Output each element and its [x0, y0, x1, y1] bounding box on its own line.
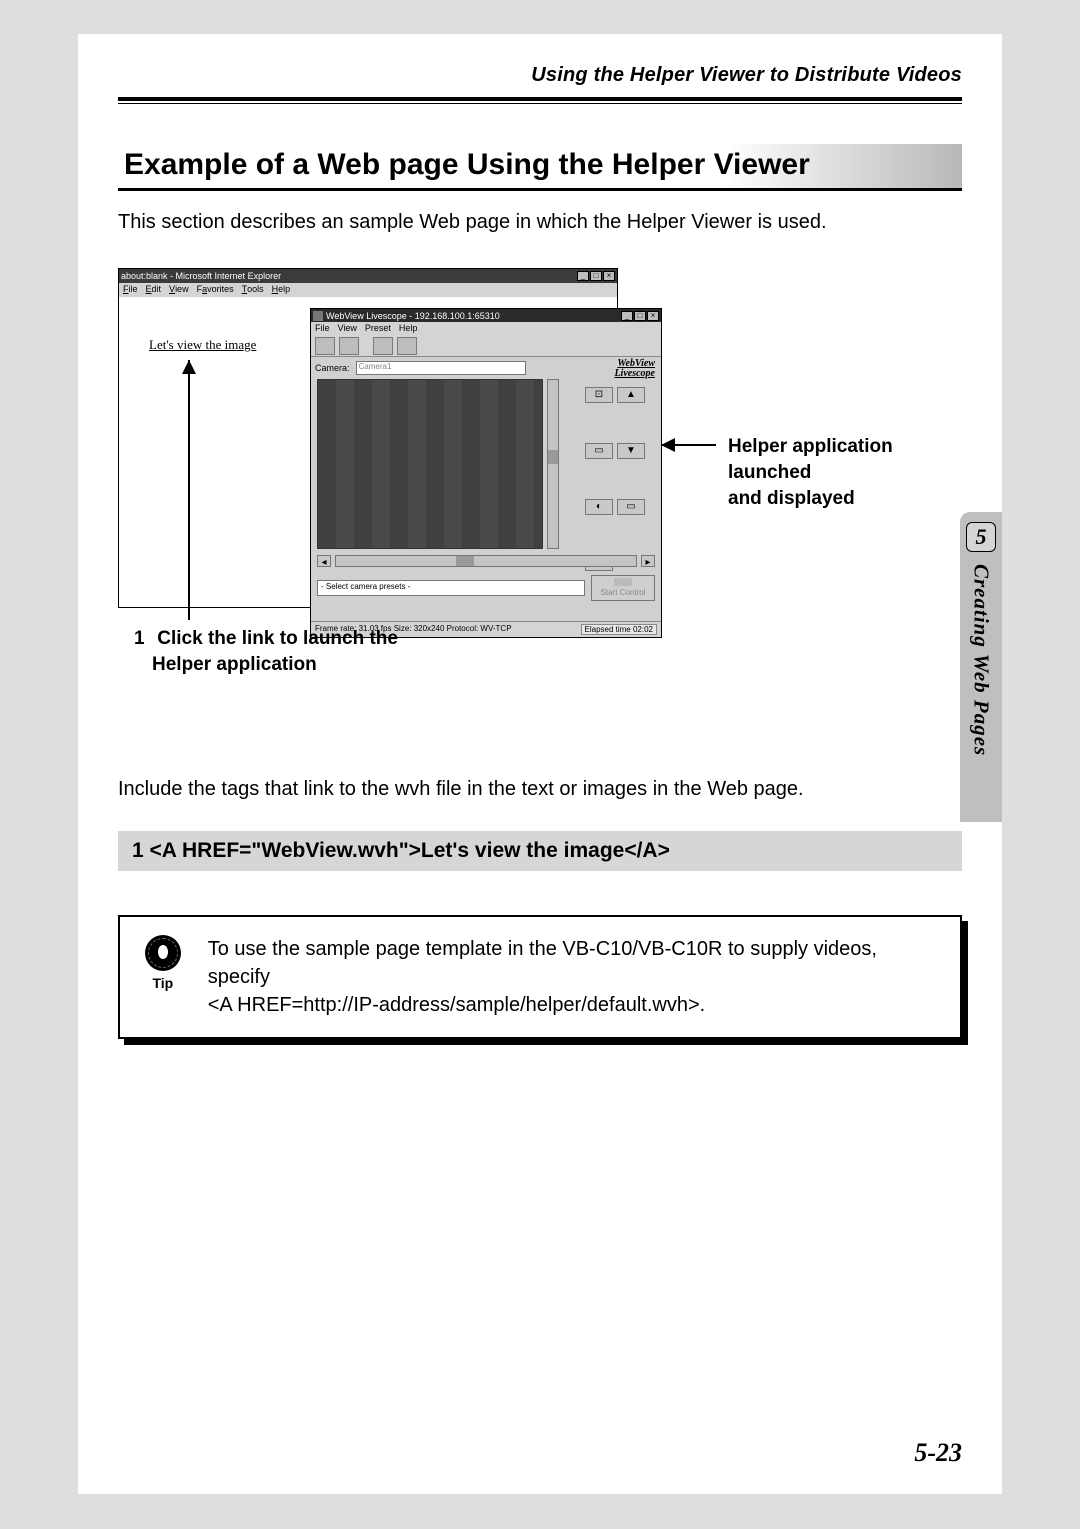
- toolbar-button[interactable]: [339, 337, 359, 355]
- video-area: [317, 379, 543, 549]
- browser-titlebar: about:blank - Microsoft Internet Explore…: [119, 269, 617, 283]
- toolbar-button[interactable]: [397, 337, 417, 355]
- instruction-paragraph: Include the tags that link to the wvh fi…: [118, 778, 962, 801]
- light-icon[interactable]: ◐: [585, 499, 613, 515]
- menu-edit[interactable]: Edit: [146, 284, 162, 296]
- browser-menubar: File Edit View Favorites Tools Help: [119, 283, 617, 297]
- rule-thin: [118, 103, 962, 104]
- menu-view[interactable]: View: [169, 284, 189, 296]
- brand-logo: WebView Livescope: [614, 359, 655, 379]
- lightbulb-icon: [145, 935, 181, 971]
- maximize-icon[interactable]: □: [590, 271, 602, 281]
- menu-tools[interactable]: Tools: [242, 284, 264, 296]
- arrow-up-icon: [188, 360, 190, 620]
- maximize-icon[interactable]: □: [634, 311, 646, 321]
- close-icon[interactable]: ×: [603, 271, 615, 281]
- preset-select[interactable]: - Select camera presets -: [317, 580, 585, 596]
- zoom-icon[interactable]: ⊡: [585, 387, 613, 403]
- left-icon[interactable]: ◂: [317, 555, 331, 567]
- header: Using the Helper Viewer to Distribute Vi…: [78, 34, 1002, 104]
- right-icon[interactable]: ▸: [641, 555, 655, 567]
- start-control-button[interactable]: Start Control: [591, 575, 655, 601]
- tip-label: Tip: [140, 975, 186, 991]
- menu-help[interactable]: Help: [272, 284, 291, 296]
- close-icon[interactable]: ×: [647, 311, 659, 321]
- menu-view[interactable]: View: [338, 323, 357, 334]
- up-icon[interactable]: ▲: [617, 387, 645, 403]
- menu-file[interactable]: File: [315, 323, 330, 334]
- helper-window: WebView Livescope - 192.168.100.1:65310 …: [310, 308, 662, 638]
- camera-label: Camera:: [315, 363, 350, 373]
- rule-thick: [118, 97, 962, 101]
- helper-titlebar: WebView Livescope - 192.168.100.1:65310 …: [311, 309, 661, 322]
- browser-title-text: about:blank - Microsoft Internet Explore…: [121, 271, 281, 281]
- pan-icon[interactable]: ▭: [585, 443, 613, 459]
- intro-paragraph: This section describes an sample Web pag…: [118, 211, 962, 234]
- helper-title-text: WebView Livescope - 192.168.100.1:65310: [326, 311, 500, 321]
- camera-select[interactable]: Camera1: [356, 361, 526, 375]
- minimize-icon[interactable]: _: [577, 271, 589, 281]
- chapter-title: Creating Web Pages: [969, 564, 994, 756]
- tip-box: Tip To use the sample page template in t…: [118, 915, 962, 1039]
- content: Example of a Web page Using the Helper V…: [78, 144, 1002, 1039]
- chapter-number: 5: [966, 522, 996, 552]
- menu-preset[interactable]: Preset: [365, 323, 391, 334]
- callout-click-link: 1 Click the link to launch the Helper ap…: [134, 626, 434, 678]
- callout-helper-launched: Helper application launched and displaye…: [728, 434, 958, 512]
- chapter-tab: 5 Creating Web Pages: [960, 512, 1002, 822]
- toolbar-button[interactable]: [373, 337, 393, 355]
- helper-toolbar: [311, 335, 661, 357]
- minimize-icon[interactable]: _: [621, 311, 633, 321]
- helper-body: Camera: Camera1 WebView Livescope ⊡ ▲: [311, 357, 661, 621]
- toolbar-button[interactable]: [315, 337, 335, 355]
- menu-help[interactable]: Help: [399, 323, 418, 334]
- menu-favorites[interactable]: Favorites: [197, 284, 234, 296]
- code-example: 1 <A HREF="WebView.wvh">Let's view the i…: [118, 831, 962, 871]
- step-number: 1: [134, 626, 152, 652]
- snapshot-icon[interactable]: ▭: [617, 499, 645, 515]
- tip-icon: Tip: [140, 935, 186, 991]
- elapsed-time: Elapsed time 02:02: [581, 624, 658, 635]
- page-number: 5-23: [914, 1438, 962, 1468]
- app-icon: [313, 311, 323, 321]
- helper-menubar: File View Preset Help: [311, 322, 661, 335]
- down-icon[interactable]: ▼: [617, 443, 645, 459]
- running-head: Using the Helper Viewer to Distribute Vi…: [118, 64, 962, 87]
- arrow-left-icon: [662, 444, 716, 446]
- section-title: Example of a Web page Using the Helper V…: [118, 144, 962, 191]
- pan-slider[interactable]: [335, 555, 637, 567]
- page: Using the Helper Viewer to Distribute Vi…: [78, 34, 1002, 1494]
- tip-text: To use the sample page template in the V…: [208, 935, 940, 1019]
- launch-link[interactable]: Let's view the image: [149, 337, 256, 353]
- tilt-slider[interactable]: [547, 379, 559, 549]
- figure: about:blank - Microsoft Internet Explore…: [118, 268, 958, 708]
- menu-file[interactable]: File: [123, 284, 138, 296]
